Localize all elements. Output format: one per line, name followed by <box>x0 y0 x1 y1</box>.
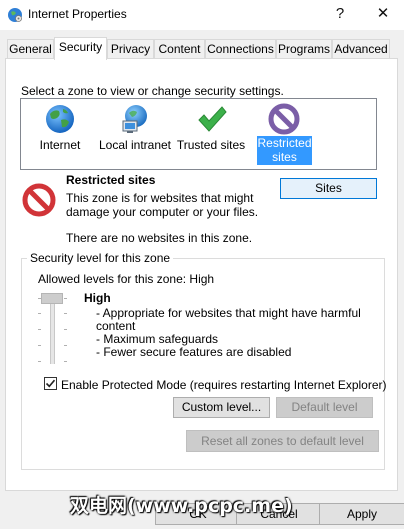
level-bullet: - Fewer secure features are disabled <box>96 345 292 359</box>
tab-content[interactable]: Content <box>154 39 205 58</box>
zone-restricted-label-line1: Restricted <box>257 136 312 150</box>
tab-privacy[interactable]: Privacy <box>107 39 154 58</box>
zone-local-intranet[interactable]: Local intranet <box>95 99 175 169</box>
slider-tick <box>64 361 67 362</box>
slider-tick <box>64 298 67 299</box>
tab-programs[interactable]: Programs <box>276 39 332 58</box>
slider-tick <box>38 329 41 330</box>
sites-button[interactable]: Sites <box>280 178 377 199</box>
allowed-levels-text: Allowed levels for this zone: High <box>38 272 215 286</box>
zone-instruction: Select a zone to view or change security… <box>21 84 284 98</box>
slider-tick <box>38 298 41 299</box>
slider-tick <box>64 313 67 314</box>
close-button[interactable]: ✕ <box>370 3 396 25</box>
apply-button[interactable]: Apply <box>319 503 404 525</box>
zone-trusted-sites[interactable]: Trusted sites <box>175 99 247 169</box>
globe-icon <box>46 105 74 133</box>
slider-tick <box>64 345 67 346</box>
security-slider-thumb[interactable] <box>41 293 63 304</box>
zone-info-description-line2: damage your computer or your files. <box>66 205 259 219</box>
zone-trusted-sites-label: Trusted sites <box>176 138 246 152</box>
protected-mode-checkbox[interactable] <box>44 377 57 390</box>
tab-security[interactable]: Security <box>54 37 107 60</box>
zone-internet-label: Internet <box>39 138 81 152</box>
tab-strip: General Security Privacy Content Connect… <box>0 37 404 60</box>
slider-tick <box>38 313 41 314</box>
watermark-text: 双电网(www.pcpc.me) <box>70 495 293 517</box>
tab-advanced[interactable]: Advanced <box>332 39 390 58</box>
zone-local-intranet-label: Local intranet <box>98 138 172 152</box>
security-slider-track[interactable] <box>50 294 55 364</box>
restricted-icon <box>268 103 300 135</box>
intranet-icon <box>122 105 147 133</box>
security-level-legend: Security level for this zone <box>27 251 174 265</box>
zone-internet[interactable]: Internet <box>27 99 93 169</box>
tab-connections[interactable]: Connections <box>205 39 276 58</box>
restricted-zone-icon <box>22 183 56 217</box>
checkmark-icon <box>45 379 56 388</box>
internet-options-icon <box>8 8 22 22</box>
tab-general[interactable]: General <box>7 39 54 58</box>
window-title: Internet Properties <box>28 7 127 21</box>
zone-restricted-sites[interactable]: Restricted sites <box>257 99 313 169</box>
reset-all-zones-button: Reset all zones to default level <box>186 430 379 452</box>
zone-list: Internet Local intranet Trusted sites Re… <box>20 98 377 170</box>
slider-tick <box>64 329 67 330</box>
level-bullet: content <box>96 319 136 333</box>
checkmark-icon <box>198 106 227 132</box>
slider-tick <box>38 345 41 346</box>
custom-level-button[interactable]: Custom level... <box>173 397 270 418</box>
protected-mode-label[interactable]: Enable Protected Mode (requires restarti… <box>61 378 387 392</box>
level-bullet: - Appropriate for websites that might ha… <box>96 306 361 320</box>
zone-info-title: Restricted sites <box>66 173 156 187</box>
default-level-button: Default level <box>276 397 373 418</box>
slider-tick <box>38 361 41 362</box>
help-button[interactable]: ? <box>327 3 353 25</box>
zone-info-description-line1: This zone is for websites that might <box>66 191 254 205</box>
level-bullet: - Maximum safeguards <box>96 332 219 346</box>
zone-restricted-label-line2: sites <box>272 150 297 164</box>
security-level-name: High <box>84 291 111 305</box>
zone-info-no-sites: There are no websites in this zone. <box>66 231 253 245</box>
